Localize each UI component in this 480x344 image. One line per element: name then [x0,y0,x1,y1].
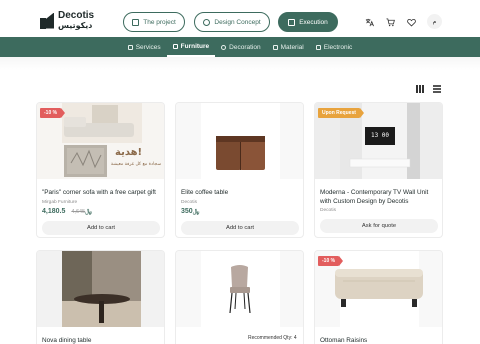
product-title[interactable]: Ottoman Raisins [320,336,440,344]
promo-subtitle: سجادة مع كل غرفة معيشة [110,162,162,167]
product-card[interactable]: Upon Request 13 00 Moderna - Contemporar… [314,102,443,238]
user-avatar[interactable]: م [427,14,442,29]
add-to-cart-button[interactable]: Add to cart [42,221,160,235]
the-project-button[interactable]: The project [123,12,185,32]
nav-item-label: Material [280,43,304,51]
services-icon [127,44,133,50]
list-view-icon[interactable] [433,85,441,93]
nav-shadow [0,57,480,71]
add-to-cart-button[interactable]: Add to cart [181,221,299,235]
tv-time: 13 00 [370,132,390,139]
price-value: 350 [181,208,193,215]
product-title[interactable]: "Paris" corner sofa with a free carpet g… [42,188,162,197]
old-price: 4,645 [71,209,86,215]
heart-icon[interactable] [406,17,416,27]
material-icon [272,44,278,50]
product-image[interactable] [176,251,303,327]
promo-title: هدية! [115,147,143,158]
grid-view-icon[interactable] [416,85,424,93]
product-title[interactable]: Moderna - Contemporary TV Wall Unit with… [320,188,440,206]
execution-label: Execution [299,18,328,26]
product-price: ﷼350 [181,208,200,216]
riyal-icon: ﷼ [192,209,200,215]
price-value: 4,180.5 [42,208,66,215]
nav-item-label: Furniture [180,42,210,50]
ask-for-quote-button[interactable]: Ask for quote [320,219,438,233]
nav-item-label: Services [135,43,161,51]
design-concept-button[interactable]: Design Concept [194,12,270,32]
execution-button[interactable]: Execution [278,12,338,32]
recommended-qty: Recommended Qty: 4 [248,335,297,341]
product-price: ﷼ 4,180.5 4,645 [42,208,93,216]
decoration-icon [221,44,227,50]
product-vendor: Decotis [181,200,197,205]
monitor-icon [315,44,321,50]
home-icon [132,18,140,26]
discount-badge: -10 % [318,256,344,266]
product-image[interactable] [37,251,164,327]
nav-item-material[interactable]: Material [267,37,310,57]
product-card[interactable]: -10 % Ottoman Raisins [314,250,443,344]
product-card[interactable]: Elite coffee table Decotis ﷼350 Add to c… [175,102,304,238]
nav-item-services[interactable]: Services [122,37,167,57]
nav-item-label: Electronic [323,43,353,51]
product-image[interactable] [176,103,303,179]
product-card[interactable]: Nova dining table [36,250,165,344]
logo-mark-icon [40,12,54,29]
product-card[interactable]: Recommended Qty: 4 [175,250,304,344]
palette-icon [203,18,211,26]
product-vendor: Mirgab Furniture [42,200,78,205]
product-card[interactable]: -10 % هدية! سجادة مع كل غرفة معيشة "Pari… [36,102,165,238]
nav-item-electronic[interactable]: Electronic [310,37,359,57]
brand-logo[interactable]: Decotis ديكوتيس [40,11,94,30]
top-header: Decotis ديكوتيس The project Design Conce… [0,0,480,36]
category-nav: Services Furniture Decoration Material E… [0,37,480,57]
brand-name-en: Decotis [58,10,95,21]
nav-item-decoration[interactable]: Decoration [215,37,266,57]
upon-request-badge: Upon Request [318,108,364,118]
product-title[interactable]: Nova dining table [42,336,162,344]
product-title[interactable]: Elite coffee table [181,188,301,197]
briefcase-icon [288,18,296,26]
sofa-icon [172,43,178,49]
brand-name-ar: ديكوتيس [58,21,93,30]
the-project-label: The project [143,18,176,26]
translate-icon[interactable] [364,17,374,27]
design-concept-label: Design Concept [214,18,261,26]
cart-icon[interactable] [385,17,395,27]
riyal-icon: ﷼ [85,209,92,215]
nav-item-label: Decoration [229,43,261,51]
product-vendor: Decotis [320,208,336,213]
discount-badge: -10 % [40,108,66,118]
nav-item-furniture[interactable]: Furniture [166,37,216,57]
